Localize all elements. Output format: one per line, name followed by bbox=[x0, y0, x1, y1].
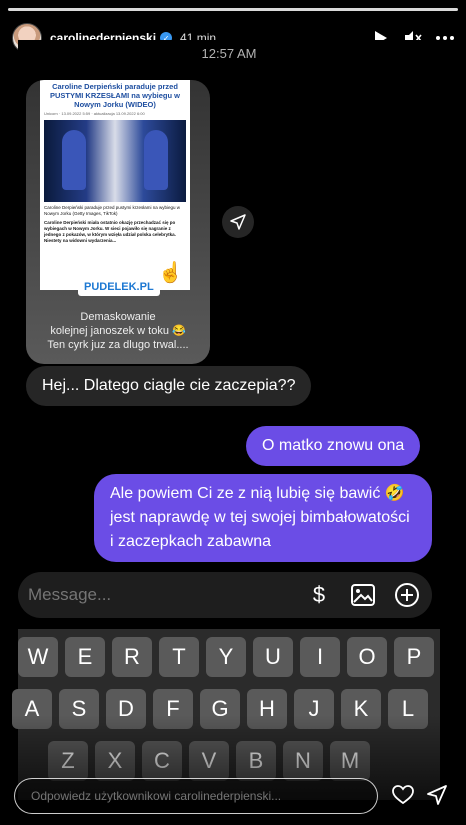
chat-timestamp: 12:57 AM bbox=[201, 46, 257, 61]
message-bubble-outgoing[interactable]: O matko znowu ona bbox=[246, 426, 421, 466]
article-title: Caroline Derpieński paraduje przed PUSTY… bbox=[49, 82, 180, 109]
key-e[interactable]: E bbox=[65, 637, 105, 677]
keyboard-row: W E R T Y U I O P bbox=[18, 637, 434, 677]
key-i[interactable]: I bbox=[300, 637, 340, 677]
key-o[interactable]: O bbox=[347, 637, 387, 677]
share-button[interactable] bbox=[222, 206, 254, 238]
heart-icon[interactable] bbox=[390, 782, 416, 808]
gallery-icon[interactable] bbox=[348, 580, 378, 610]
shared-post-card[interactable]: Caroline Derpieński paraduje przed PUSTY… bbox=[26, 80, 210, 364]
key-t[interactable]: T bbox=[159, 637, 199, 677]
key-y[interactable]: Y bbox=[206, 637, 246, 677]
key-w[interactable]: W bbox=[18, 637, 58, 677]
pointing-hand-icon: ☝ bbox=[158, 262, 183, 284]
article-meta: Unicorn · 13.09.2022 5:59 · aktualizacja… bbox=[44, 111, 145, 116]
article-photo-caption: Caroline Derpieński paraduje przed pusty… bbox=[44, 205, 181, 216]
dollar-icon[interactable]: $ bbox=[304, 580, 334, 610]
article-body: Caroline Derpieński miała ostatnio okazj… bbox=[44, 220, 176, 243]
caption-line: Demaskowanie bbox=[80, 311, 156, 323]
key-p[interactable]: P bbox=[394, 637, 434, 677]
add-icon[interactable] bbox=[392, 580, 422, 610]
key-r[interactable]: R bbox=[112, 637, 152, 677]
shared-post-caption: Demaskowanie kolejnej janoszek w toku 😂 … bbox=[26, 310, 210, 352]
message-composer: $ bbox=[18, 572, 432, 618]
pudelek-logo: PUDELEK.PL bbox=[78, 278, 160, 296]
dm-screenshot: 12:57 AM Caroline Derpieński paraduje pr… bbox=[12, 40, 440, 800]
message-bubble-incoming[interactable]: Hej... Dlatego ciagle cie zaczepia?? bbox=[26, 366, 312, 406]
key-u[interactable]: U bbox=[253, 637, 293, 677]
article-preview: Caroline Derpieński paraduje przed PUSTY… bbox=[40, 80, 190, 290]
story-progress-bar bbox=[8, 8, 458, 11]
message-input[interactable] bbox=[28, 585, 290, 605]
caption-line: Ten cyrk juz za dlugo trwal.... bbox=[47, 339, 189, 351]
story-reply-input[interactable] bbox=[14, 778, 378, 814]
paper-plane-icon bbox=[230, 214, 246, 230]
article-photo bbox=[44, 120, 186, 202]
message-bubble-outgoing[interactable]: Ale powiem Ci ze z nią lubię się bawić 🤣… bbox=[94, 474, 432, 562]
caption-line: kolejnej janoszek w toku 😂 bbox=[50, 325, 186, 337]
send-icon[interactable] bbox=[424, 782, 450, 808]
